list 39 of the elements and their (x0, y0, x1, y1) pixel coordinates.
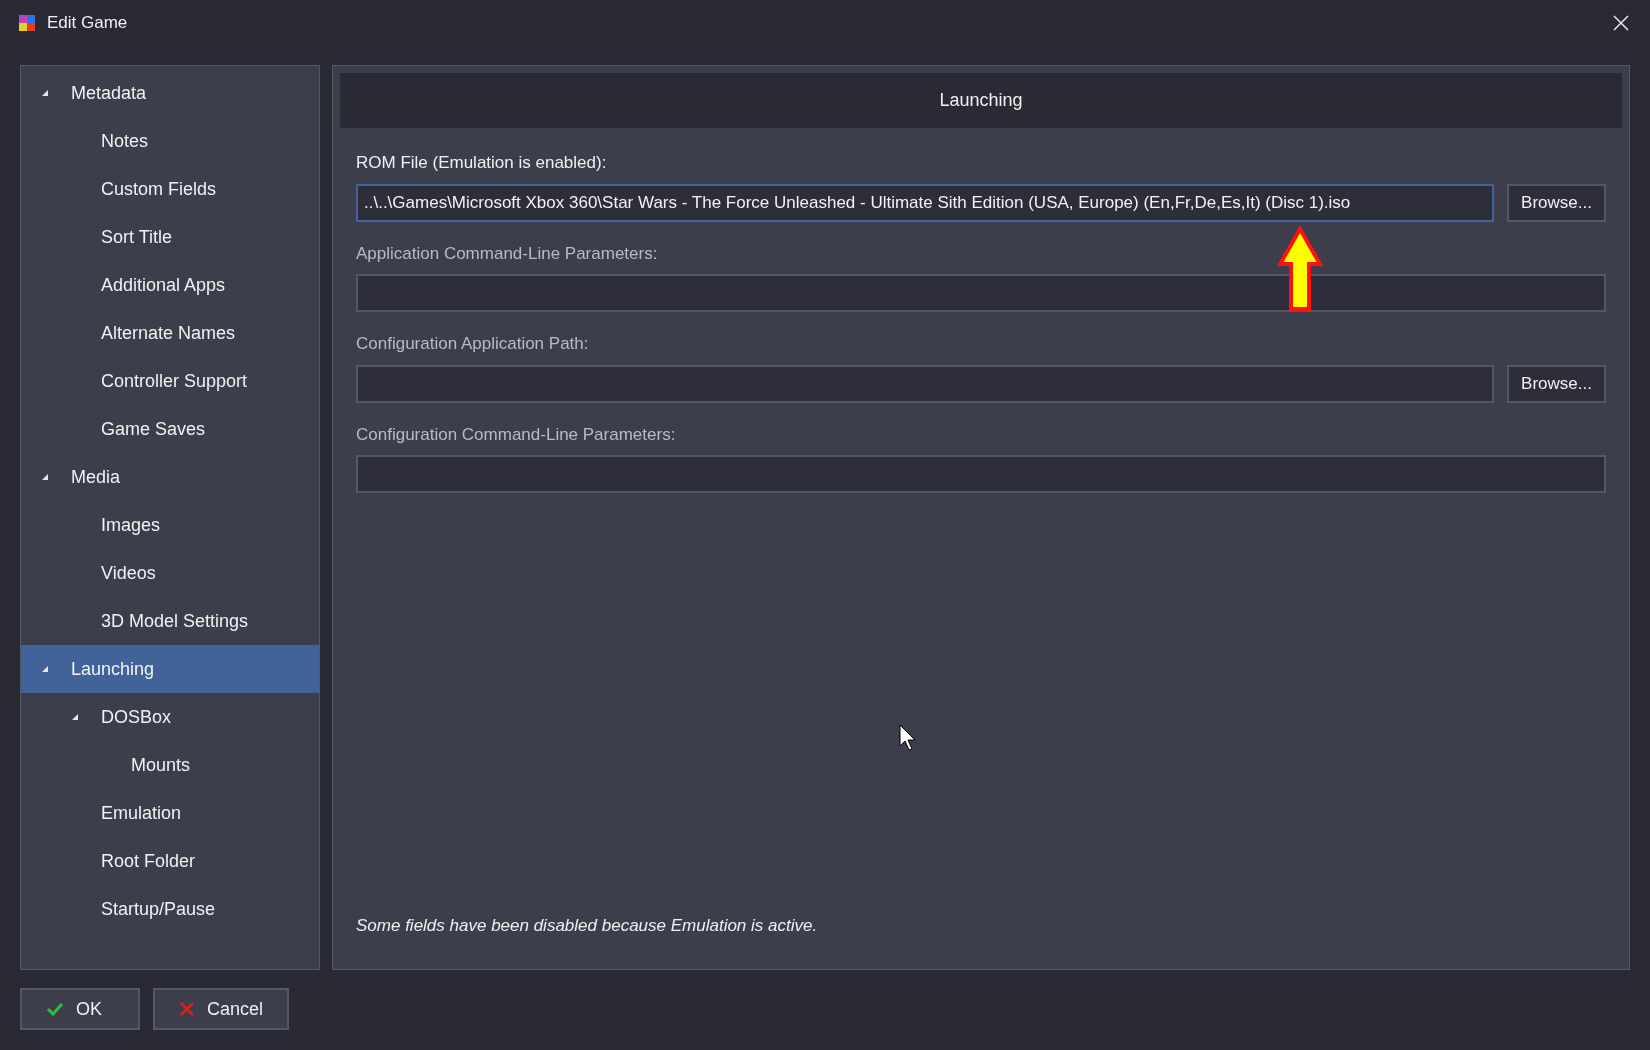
expanded-triangle-icon[interactable] (41, 473, 49, 481)
tree-item[interactable]: Notes (21, 117, 319, 165)
mouse-cursor-icon (899, 724, 917, 752)
tree-item[interactable]: Images (21, 501, 319, 549)
field-label: Configuration Application Path: (356, 333, 590, 355)
tree-item[interactable]: DOSBox (21, 693, 319, 741)
tree-item[interactable]: Mounts (21, 741, 319, 789)
tree-item[interactable]: Metadata (21, 69, 319, 117)
tree-item[interactable]: Videos (21, 549, 319, 597)
cross-icon (179, 1001, 195, 1017)
expanded-triangle-icon[interactable] (41, 89, 49, 97)
tree-item[interactable]: Media (21, 453, 319, 501)
text-field[interactable]: ..\..\Games\Microsoft Xbox 360\Star Wars - The Force Unleashed - Ultimate Sith Edition (USA, Europe) (En,Fr,De,Es,It) (Disc 1).iso (356, 183, 1494, 222)
tree-item[interactable]: Launching (21, 645, 319, 693)
window-title: Edit Game (47, 12, 128, 35)
tree-item[interactable]: Root Folder (21, 837, 319, 885)
cancel-button[interactable]: Cancel (153, 988, 290, 1030)
tree-item[interactable]: Alternate Names (21, 309, 319, 357)
tree-item[interactable]: Custom Fields (21, 165, 319, 213)
annotation-arrow-icon (1277, 226, 1323, 312)
tree-item[interactable]: Controller Support (21, 357, 319, 405)
tree-item[interactable]: 3D Model Settings (21, 597, 319, 645)
close-icon (1613, 15, 1629, 31)
field-label: Application Command-Line Parameters: (356, 242, 659, 265)
tree-item[interactable]: Additional Apps (21, 261, 319, 309)
info-note: Some fields have been disabled because Emulation is active. (356, 915, 818, 935)
expanded-triangle-icon[interactable] (41, 665, 49, 673)
browse-button[interactable]: Browse... (1507, 183, 1606, 222)
ok-button[interactable]: OK (20, 988, 140, 1030)
cube-logo-icon (17, 13, 37, 33)
tree-item[interactable]: Sort Title (21, 213, 319, 261)
expanded-triangle-icon[interactable] (71, 713, 79, 721)
panel-header: Launching (340, 73, 1622, 128)
tree-item[interactable]: Emulation (21, 789, 319, 837)
field-label: ROM File (Emulation is enabled): (356, 152, 608, 174)
checkmark-icon (46, 1002, 64, 1016)
tree-item[interactable]: Startup/Pause (21, 885, 319, 933)
field-label: Configuration Command-Line Parameters: (356, 423, 677, 446)
tree-item[interactable]: Game Saves (21, 405, 319, 453)
